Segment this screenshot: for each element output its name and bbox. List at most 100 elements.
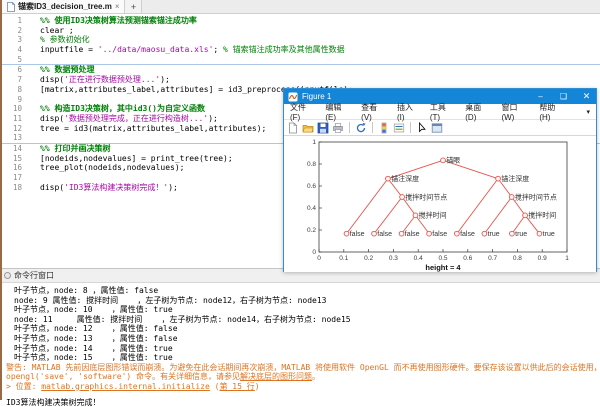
tree-node — [400, 195, 405, 200]
toolbar-separator — [349, 122, 350, 133]
tree-node-label: true — [515, 231, 527, 238]
doc-link[interactable]: matlab.graphics.internal.initialize — [41, 382, 210, 391]
tree-edge — [484, 197, 511, 234]
x-tick-label: 1 — [565, 255, 569, 262]
code-text — [22, 55, 40, 65]
editor-tab-title: 锚索ID3_decision_tree.m — [18, 1, 112, 12]
line-number: 17 — [2, 173, 22, 183]
output-text: 叶子节点，node: 13 ，属性值: false — [14, 334, 178, 343]
tree-node-label: false — [460, 231, 475, 238]
tree-node — [523, 213, 528, 218]
x-tick-label: 0.7 — [488, 255, 497, 262]
line-number: 7 — [2, 75, 22, 85]
output-text: 叶子节点，node: 15 ，属性值: true — [14, 353, 173, 362]
output-line: node: 11 属性值: 搅拌时间 ，左子树为节点: node14，右子树为节… — [2, 315, 600, 325]
line-number: 11 — [2, 114, 22, 124]
x-tick-label: 0.9 — [538, 255, 547, 262]
matlab-figure-icon — [288, 92, 298, 102]
toolbar-separator — [410, 122, 411, 133]
code-text: %% 数据预处理 — [22, 65, 94, 75]
tree-edge — [347, 179, 388, 234]
doc-link[interactable]: 第 15 行 — [219, 382, 254, 391]
menu-item[interactable]: 插入(I) — [397, 102, 419, 122]
line-number: 14 — [2, 144, 22, 154]
edit-plot-icon[interactable] — [416, 122, 428, 134]
line-number: 12 — [2, 124, 22, 134]
tree-node — [427, 231, 432, 236]
dock-figure-icon[interactable] — [431, 122, 443, 134]
menu-item[interactable]: 文件(F) — [290, 102, 314, 122]
output-text: opengl('save', 'software') 命令。有关详细信息，请参见 — [6, 372, 240, 381]
menu-item[interactable]: 工具(T) — [430, 102, 454, 122]
code-text: disp('ID3算法构建决策树完成！'); — [22, 183, 178, 193]
figure-toolbar — [284, 120, 596, 136]
code-line-7[interactable]: 7disp('正在进行数据预处理...'); — [2, 75, 600, 85]
line-number: 15 — [2, 154, 22, 164]
code-line-5[interactable]: 5 — [2, 55, 600, 65]
tree-node-label: true — [543, 231, 555, 238]
toolbar-separator — [372, 122, 373, 133]
collapse-icon[interactable] — [4, 272, 11, 279]
output-text: 叶子节点，node: 12 ，属性值: false — [14, 324, 178, 333]
y-tick-label: 0.2 — [307, 227, 316, 234]
x-tick-label: 0.1 — [339, 255, 348, 262]
code-line-1[interactable]: 1%% 使用ID3决策树算法预测锚索锚注成功率 — [2, 16, 600, 26]
warning-line: opengl('save', 'software') 命令。有关详细信息，请参见… — [2, 372, 600, 382]
output-line: 叶子节点，node: 10 ，属性值: true — [2, 305, 600, 315]
code-line-3[interactable]: 3% 参数初始化 — [2, 35, 600, 45]
editor-tab-active[interactable]: 锚索ID3_decision_tree.m × — [2, 0, 125, 13]
new-tab-button[interactable]: + — [125, 0, 142, 13]
menu-item[interactable]: 桌面(D) — [465, 102, 490, 122]
x-tick-label: 0 — [317, 255, 321, 262]
output-text: > 位置: — [6, 382, 41, 391]
figure-plot-area[interactable]: 00.20.40.60.8100.10.20.30.40.50.60.70.80… — [284, 136, 596, 272]
open-file-icon[interactable] — [302, 122, 314, 134]
line-number: 9 — [2, 95, 22, 105]
insert-legend-icon[interactable] — [393, 122, 405, 134]
figure-title: Figure 1 — [302, 92, 527, 101]
x-tick-label: 0.2 — [364, 255, 373, 262]
command-window-output[interactable]: 叶子节点，node: 8 ，属性值: falsenode: 9 属性值: 搅拌时… — [2, 283, 600, 407]
warning-line: > 位置: matlab.graphics.internal.initializ… — [2, 382, 600, 392]
tab-close-icon[interactable]: × — [115, 3, 120, 11]
tree-node — [509, 195, 514, 200]
code-text: disp('数据预处理完成，正在进行构造树...'); — [22, 114, 218, 124]
output-text: node: 11 属性值: 搅拌时间 ，左子树为节点: node14，右子树为节… — [14, 315, 351, 324]
line-number: 3 — [2, 35, 22, 45]
code-line-4[interactable]: 4inputfile = '../data/maosu_data.xls'; %… — [2, 45, 600, 55]
line-number: 5 — [2, 55, 22, 65]
y-tick-label: 1 — [312, 139, 316, 146]
menu-item[interactable]: 窗口(W) — [501, 102, 528, 122]
close-button[interactable]: ✕ — [577, 89, 596, 104]
tree-node-label: 锚注深度 — [391, 174, 419, 183]
code-text: %% 打印并画决策树 — [22, 144, 110, 154]
insert-colorbar-icon[interactable] — [378, 122, 390, 134]
menu-item[interactable]: 查看(V) — [361, 102, 386, 122]
save-figure-icon[interactable] — [317, 122, 329, 134]
print-figure-icon[interactable] — [332, 122, 344, 134]
tree-node — [372, 231, 377, 236]
y-tick-label: 0.8 — [307, 161, 316, 168]
tree-node — [399, 231, 404, 236]
warning-line: 警告: MATLAB 先前因底层图形错误而崩溃。为避免在此会话期间再次崩溃，MA… — [2, 363, 600, 373]
code-line-2[interactable]: 2clear ; — [2, 26, 600, 36]
code-line-6[interactable]: 6%% 数据预处理 — [2, 64, 600, 75]
x-tick-label: 0.4 — [414, 255, 423, 262]
tree-node — [510, 231, 515, 236]
y-tick-label: 0.4 — [307, 205, 316, 212]
tree-node — [344, 231, 349, 236]
link-plot-icon[interactable] — [355, 122, 367, 134]
menu-item[interactable]: 帮助(H) — [539, 102, 564, 122]
output-text: ) — [255, 382, 260, 391]
tree-node — [454, 231, 459, 236]
menu-item[interactable]: 编辑(E) — [325, 102, 350, 122]
figure-menubar: 文件(F) 编辑(E) 查看(V) 插入(I) 工具(T) 桌面(D) 窗口(W) 帮助(H)… — [284, 104, 596, 120]
output-line: 叶子节点，node: 12 ，属性值: false — [2, 324, 600, 334]
y-tick-label: 0.6 — [307, 183, 316, 190]
line-number: 8 — [2, 85, 22, 95]
menu-overflow-icon[interactable]: ▾ — [587, 108, 591, 116]
new-figure-icon[interactable] — [287, 122, 299, 134]
doc-link[interactable]: 解决底层的图形问题 — [240, 372, 312, 381]
command-window-pane: 命令行窗口 叶子节点，node: 8 ，属性值: falsenode: 9 属性… — [0, 268, 600, 400]
tree-node-label: 锚眼 — [446, 156, 460, 165]
